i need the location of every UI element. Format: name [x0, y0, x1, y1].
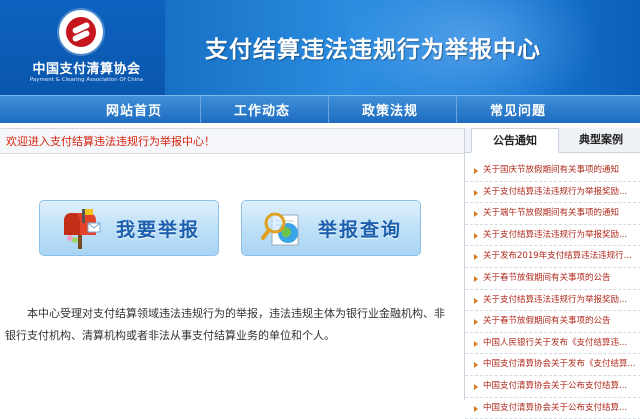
list-item[interactable]: 关于发布2019年支付结算违法违规行...: [465, 246, 640, 268]
bullet-arrow-icon: [474, 340, 478, 347]
news-title: 关于国庆节放假期间有关事项的通知: [483, 165, 620, 175]
report-button[interactable]: 我要举报: [39, 200, 219, 256]
news-title: 中国支付清算协会关于发布《支付结算...: [483, 359, 636, 370]
list-item[interactable]: 关于端午节放假期间有关事项的通知: [465, 203, 640, 225]
news-title: 中国支付清算协会关于公布支付结算...: [483, 380, 628, 391]
welcome-text: 欢迎进入支付结算违法违规行为举报中心！: [6, 135, 215, 148]
news-list: 关于国庆节放假期间有关事项的通知 关于支付结算违法违规行为举报奖励... 关于端…: [465, 160, 640, 419]
bullet-arrow-icon: [474, 297, 478, 304]
list-item[interactable]: 关于春节放假期间有关事项的公告: [465, 268, 640, 290]
list-item[interactable]: 中国支付清算协会关于发布《支付结算...: [465, 354, 640, 376]
notice-tabs: 公告通知 典型案例: [465, 128, 640, 153]
association-logo-icon: [59, 10, 103, 54]
news-title: 关于支付结算违法违规行为举报奖励...: [483, 229, 628, 240]
bullet-arrow-icon: [474, 383, 478, 390]
nav-item-news[interactable]: 工作动态: [234, 100, 290, 119]
nav-item-home[interactable]: 网站首页: [106, 100, 162, 119]
news-title: 关于发布2019年支付结算违法违规行...: [483, 251, 632, 262]
list-item[interactable]: 关于春节放假期间有关事项的公告: [465, 311, 640, 333]
report-button-label: 我要举报: [116, 219, 201, 241]
bullet-arrow-icon: [474, 189, 478, 196]
center-description: 本中心受理对支付结算领域违法违规行为的举报，违法违规主体为银行业金融机构、非银行…: [5, 303, 455, 347]
nav-item-policy[interactable]: 政策法规: [362, 100, 418, 119]
org-name-cn: 中国支付清算协会: [32, 62, 141, 77]
welcome-bar: 欢迎进入支付结算违法违规行为举报中心！: [0, 128, 465, 154]
news-title: 中国人民银行关于发布《支付结算违...: [483, 337, 628, 348]
news-title: 关于春节放假期间有关事项的公告: [483, 272, 611, 283]
tab-typical-cases[interactable]: 典型案例: [561, 128, 640, 152]
list-item[interactable]: 中国支付清算协会关于公布支付结算...: [465, 376, 640, 398]
nav-item-faq[interactable]: 常见问题: [490, 100, 546, 119]
magnifier-globe-icon: [261, 212, 299, 246]
mailbox-icon: [64, 209, 101, 249]
news-title: 中国支付清算协会关于公布支付结算...: [483, 402, 628, 413]
bullet-arrow-icon: [474, 168, 478, 174]
bullet-arrow-icon: [474, 211, 478, 218]
news-title: 关于春节放假期间有关事项的公告: [483, 316, 611, 327]
list-item[interactable]: 关于支付结算违法违规行为举报奖励...: [465, 182, 640, 204]
list-item[interactable]: 关于支付结算违法违规行为举报奖励...: [465, 225, 640, 247]
nav-divider: [328, 96, 329, 123]
bullet-arrow-icon: [474, 405, 478, 412]
bullet-arrow-icon: [474, 319, 478, 326]
bullet-arrow-icon: [474, 362, 478, 369]
bullet-arrow-icon: [474, 275, 478, 282]
site-header: 中国支付清算协会 Payment & Clearing Association …: [0, 0, 640, 95]
list-item[interactable]: 关于国庆节放假期间有关事项的通知: [465, 160, 640, 182]
description-text: 本中心受理对支付结算领域违法违规行为的举报，违法违规主体为银行业金融机构、非银行…: [5, 307, 445, 342]
notice-panel: 公告通知 典型案例 关于国庆节放假期间有关事项的通知 关于支付结算违法违规行为举…: [464, 128, 640, 419]
list-item[interactable]: 关于支付结算违法违规行为举报奖励...: [465, 290, 640, 312]
logo-panel[interactable]: 中国支付清算协会 Payment & Clearing Association …: [0, 0, 165, 95]
list-item[interactable]: 中国支付清算协会关于公布支付结算...: [465, 398, 640, 419]
bullet-arrow-icon: [474, 232, 478, 239]
bullet-arrow-icon: [474, 254, 478, 261]
report-query-button-label: 举报查询: [318, 219, 403, 241]
nav-divider: [200, 96, 201, 123]
list-item[interactable]: 中国人民银行关于发布《支付结算违...: [465, 333, 640, 355]
main-nav: 网站首页 工作动态 政策法规 常见问题: [0, 95, 640, 123]
report-query-button[interactable]: 举报查询: [241, 200, 421, 256]
news-title: 关于支付结算违法违规行为举报奖励...: [483, 186, 628, 197]
nav-divider: [456, 96, 457, 123]
org-name-en: Payment & Clearing Association Of China: [29, 77, 144, 83]
news-title: 关于端午节放假期间有关事项的通知: [483, 208, 620, 219]
site-title: 支付结算违法违规行为举报中心: [205, 37, 541, 63]
tab-announcements[interactable]: 公告通知: [471, 128, 559, 153]
news-title: 关于支付结算违法违规行为举报奖励...: [483, 294, 628, 305]
